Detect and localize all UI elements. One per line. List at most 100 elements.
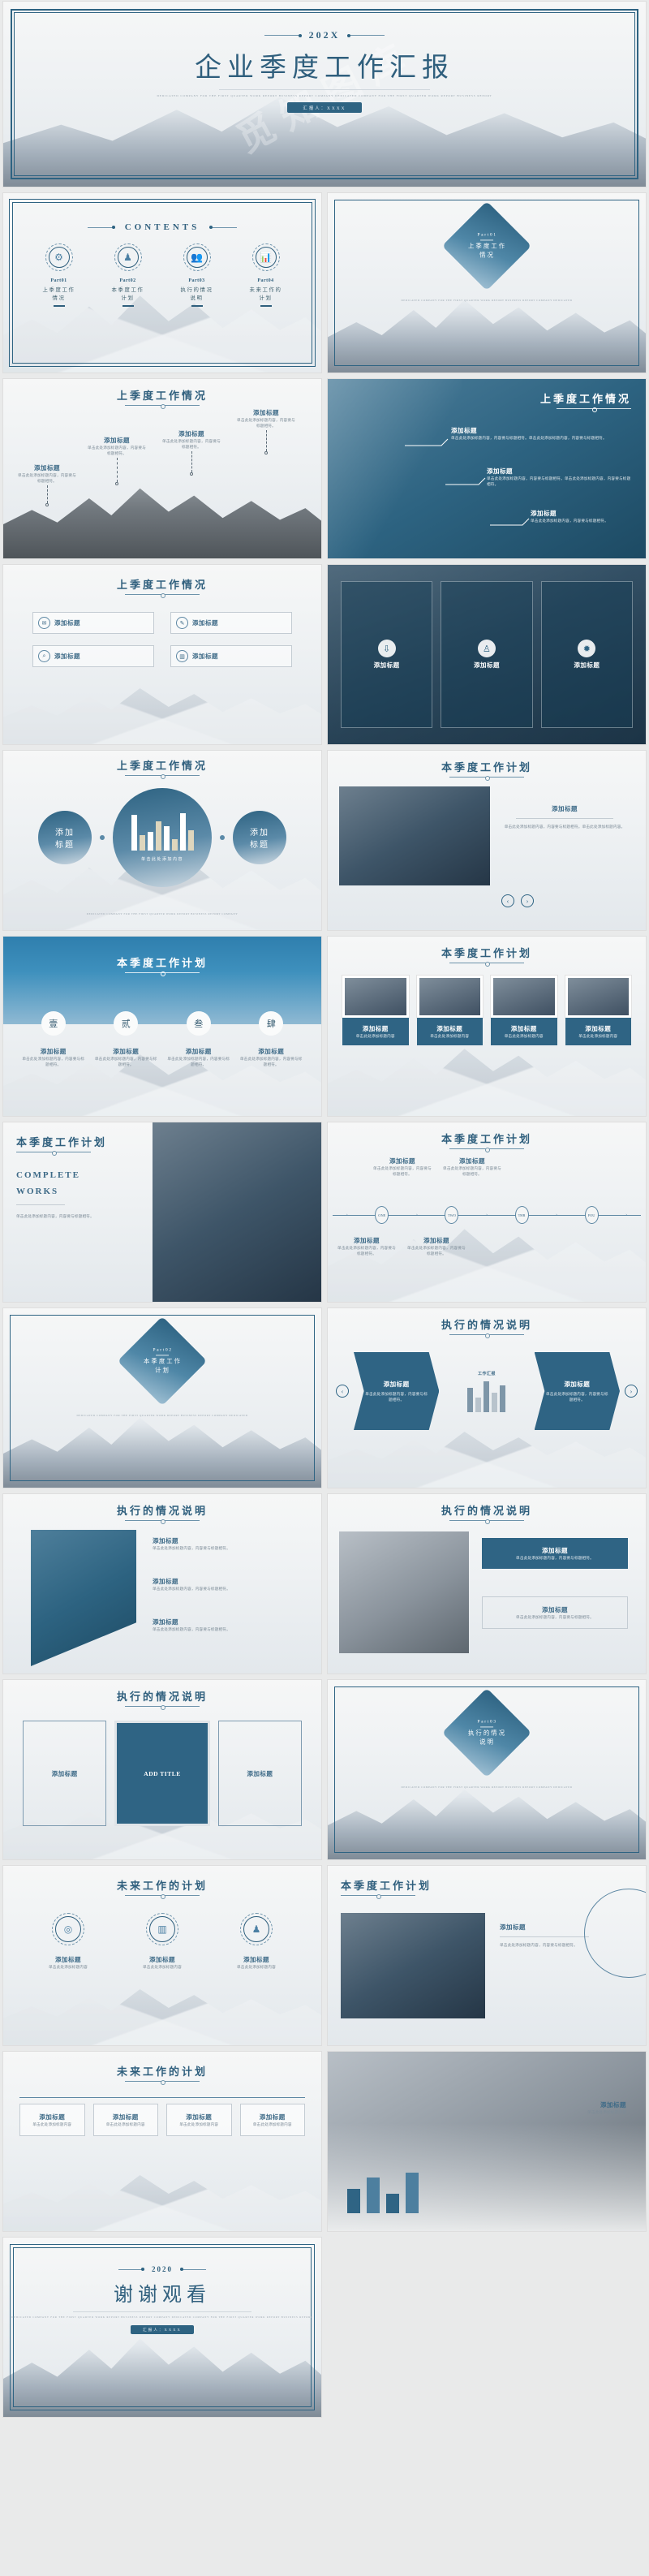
contents-heading-row: CONTENTS — [3, 222, 321, 232]
slide-cover[interactable]: 觅知图库 202X 企业季度工作汇报 DEDICATED COMPANY FOR… — [3, 2, 646, 187]
three-panels-title: 执行的情况说明 — [116, 1691, 208, 1703]
slide-timeline[interactable]: 本季度工作计划 › ONE › TWO › THR › FOU › 添加标题 单… — [328, 1122, 646, 1302]
timeline-title: 本季度工作计划 — [441, 1133, 532, 1145]
four-box-1[interactable]: ✉ 添加标题 — [32, 612, 154, 634]
future-box-label-2: 添加标题 — [112, 2113, 139, 2121]
slide-future-icons[interactable]: 未来工作的计划 ◎ 添加标题 单击此处添加标题内容 ▥ 添加标题 单击此处添加标… — [3, 1866, 321, 2045]
cover-reporter-badge[interactable]: 汇报人：XXXX — [287, 102, 362, 113]
four-box-4[interactable]: ▥ 添加标题 — [170, 645, 292, 667]
pin-item-4: 添加标题 单击此处添加标题内容，内容要与标题相符。 — [237, 408, 295, 455]
slide-desk-chart[interactable]: 添加标题 单击此处添加标题内容 — [328, 2052, 646, 2231]
timeline-item-2: 添加标题 单击此处添加标题内容，内容要与标题相符。 — [373, 1157, 432, 1177]
four-box-2[interactable]: ✎ 添加标题 — [170, 612, 292, 634]
future-icon-item-3[interactable]: ♟ 添加标题 单击此处添加标题内容 — [216, 1913, 297, 1970]
pin-item-2: 添加标题 单击此处添加标题内容，内容要与标题相符。 — [88, 436, 146, 486]
number-item-3[interactable]: 叁 添加标题 单击此处添加标题内容，内容要与标题相符。 — [166, 1011, 231, 1067]
number-item-4[interactable]: 肆 添加标题 单击此处添加标题内容，内容要与标题相符。 — [239, 1011, 304, 1067]
circle-right-label: 添加 标题 — [250, 829, 269, 850]
circle-right[interactable]: 添加 标题 — [233, 811, 286, 864]
future-icon-item-2[interactable]: ▥ 添加标题 单击此处添加标题内容 — [122, 1913, 203, 1970]
timeline-label-3: 添加标题 — [423, 1237, 449, 1244]
photo-card-2[interactable]: 添加标题 单击此处添加标题内容 — [416, 976, 483, 1046]
glass-card-1[interactable]: ⇩ 添加标题 — [341, 581, 433, 728]
slide-four-boxes[interactable]: 上季度工作情况 ✉ 添加标题 ✎ 添加标题 ⌕ 添加标题 ▥ 添加标题 — [3, 565, 321, 744]
ending-year-row: 2020 — [3, 2265, 321, 2273]
number-circle-1: 壹 — [41, 1011, 66, 1036]
future-icon-item-1[interactable]: ◎ 添加标题 单击此处添加标题内容 — [28, 1913, 109, 1970]
pin-title-4: 添加标题 — [253, 409, 279, 416]
photo-card-1[interactable]: 添加标题 单击此处添加标题内容 — [342, 976, 409, 1046]
photo-card-4[interactable]: 添加标题 单击此处添加标题内容 — [565, 976, 631, 1046]
slide-section-part03[interactable]: Part03 执行的情况 说明 DEDICATED COMPANY FOR TH… — [328, 1680, 646, 1859]
timeline-node-3[interactable]: THR — [514, 1206, 529, 1224]
slide-ending[interactable]: 2020 谢谢观看 DEDICATED COMPANY FOR THE FIRS… — [3, 2238, 321, 2417]
slide-chinese-numbers[interactable]: 本季度工作计划 壹 添加标题 单击此处添加标题内容，内容要与标题相符。 贰 添加… — [3, 937, 321, 1116]
four-box-3[interactable]: ⌕ 添加标题 — [32, 645, 154, 667]
contents-item-4[interactable]: 📊 Part04 未来工作的 计划 — [241, 243, 291, 307]
meeting-image — [339, 786, 490, 885]
section-english-1: DEDICATED COMPANY FOR THE FIRST QUARTER … — [401, 299, 573, 302]
future-ring-1: ◎ — [52, 1913, 84, 1945]
complete-line1: COMPLETE — [16, 1170, 80, 1180]
photo-card-title-1: 添加标题 — [362, 1025, 389, 1032]
slide-building[interactable]: 执行的情况说明 添加标题 单击此处添加标题内容，内容要与标题相符。 添加标题 单… — [328, 1494, 646, 1674]
glass-card-3[interactable]: ✹ 添加标题 — [540, 581, 633, 728]
contents-item-2[interactable]: ♟ Part02 本季度工作 计划 — [103, 243, 153, 307]
slide-complete-works[interactable]: 本季度工作计划 COMPLETE WORKS 单击此处添加标题内容，内容要与标题… — [3, 1122, 321, 1302]
slide-section-part02[interactable]: Part02 本季度工作 计划 DEDICATED COMPANY FOR TH… — [3, 1308, 321, 1488]
panel-2[interactable]: ADD TITLE — [114, 1721, 210, 1826]
businessman-label-3: 添加标题 — [153, 1618, 178, 1626]
chevron-card-2[interactable]: 添加标题 单击此处添加标题内容，内容要与标题相符。 — [534, 1352, 620, 1430]
building-label-2: 添加标题 — [542, 1606, 568, 1613]
building-title: 执行的情况说明 — [441, 1505, 532, 1517]
future-box-3[interactable]: 添加标题 单击此处添加标题内容 — [166, 2104, 232, 2137]
chevron-prev-icon[interactable]: ‹ — [336, 1385, 349, 1398]
contents-item-3[interactable]: 👥 Part03 执行的情况 说明 — [172, 243, 222, 307]
panel-3[interactable]: 添加标题 — [217, 1721, 303, 1826]
panel-1[interactable]: 添加标题 — [23, 1721, 107, 1826]
timeline-node-4[interactable]: FOU — [584, 1206, 599, 1224]
ending-reporter-badge[interactable]: 汇报人：XXXX — [131, 2325, 194, 2334]
future-box-1[interactable]: 添加标题 单击此处添加标题内容 — [19, 2104, 85, 2137]
future-box-4[interactable]: 添加标题 单击此处添加标题内容 — [239, 2104, 305, 2137]
contents-item-1[interactable]: ⚙ Part01 上季度工作 情况 — [34, 243, 84, 307]
slide-circles-chart[interactable]: 上季度工作情况 添加 标题 单击此处添加内容 添加 标题 DEDICATED C… — [3, 751, 321, 930]
slide-future-boxes[interactable]: 未来工作的计划 添加标题 单击此处添加标题内容 添加标题 单击此处添加标题内容 … — [3, 2052, 321, 2231]
building-item-2[interactable]: 添加标题 单击此处添加标题内容，内容要与标题相符。 — [482, 1596, 628, 1630]
chevron-label-2: 添加标题 — [564, 1380, 591, 1388]
timeline-node-1[interactable]: ONE — [375, 1206, 389, 1224]
slide-glass-three[interactable]: ⇩ 添加标题 ♙ 添加标题 ✹ 添加标题 — [328, 565, 646, 744]
future-box-body-1: 单击此处添加标题内容 — [32, 2122, 72, 2126]
photo-card-3[interactable]: 添加标题 单击此处添加标题内容 — [491, 976, 557, 1046]
chevron-body-1: 单击此处添加标题内容，内容要与标题相符。 — [365, 1391, 428, 1402]
slide-bridge-callouts[interactable]: 上季度工作情况 添加标题 单击此处添加标题内容，内容要与标题相符。单击此处添加标… — [328, 379, 646, 558]
number-item-1[interactable]: 壹 添加标题 单击此处添加标题内容，内容要与标题相符。 — [21, 1011, 86, 1067]
slide-three-panels[interactable]: 执行的情况说明 添加标题 ADD TITLE 添加标题 — [3, 1680, 321, 1859]
slide-businessman[interactable]: 执行的情况说明 添加标题 单击此处添加标题内容，内容要与标题相符。 添加标题 单… — [3, 1494, 321, 1674]
slide-contents[interactable]: CONTENTS ⚙ Part01 上季度工作 情况 ♟ Part02 本季度工… — [3, 193, 321, 373]
timeline-item-1: 添加标题 单击此处添加标题内容，内容要与标题相符。 — [337, 1236, 396, 1256]
slide-photo-cards[interactable]: 本季度工作计划 添加标题 单击此处添加标题内容 添加标题 单击此处添加标题内容 — [328, 937, 646, 1116]
chevron-card-1[interactable]: 添加标题 单击此处添加标题内容，内容要与标题相符。 — [354, 1352, 440, 1430]
complete-works-image — [153, 1122, 321, 1302]
glass-card-2[interactable]: ♙ 添加标题 — [441, 581, 533, 728]
timeline-node-2[interactable]: TWO — [445, 1206, 459, 1224]
future-box-2[interactable]: 添加标题 单击此处添加标题内容 — [92, 2104, 158, 2137]
slide-meeting-photo[interactable]: 本季度工作计划 添加标题 单击此处添加标题内容，内容要与标题相符。单击此处添加标… — [328, 751, 646, 930]
circle-chart[interactable]: 单击此处添加内容 — [113, 788, 212, 887]
chevron-next-icon[interactable]: › — [624, 1385, 638, 1398]
next-arrow-icon[interactable]: › — [521, 894, 534, 907]
complete-line2: WORKS — [16, 1187, 59, 1196]
building-item-1[interactable]: 添加标题 单击此处添加标题内容，内容要与标题相符。 — [482, 1538, 628, 1570]
slide-team-photo-left[interactable]: 本季度工作计划 添加标题 单击此处添加标题内容，内容要与标题相符。 — [328, 1866, 646, 2045]
circle-left[interactable]: 添加 标题 — [38, 811, 92, 864]
slide-mountain-pins[interactable]: 上季度工作情况 添加标题 单击此处添加标题内容，内容要与标题相符。 添加标题 单… — [3, 379, 321, 558]
future-body-1: 单击此处添加标题内容 — [49, 1965, 88, 1969]
team-icon: ♟ — [123, 252, 132, 263]
slide-section-part01[interactable]: Part01 上季度工作 情况 DEDICATED COMPANY FOR TH… — [328, 193, 646, 373]
prev-arrow-icon[interactable]: ‹ — [501, 894, 514, 907]
contents-ring-3: 👥 — [183, 243, 211, 271]
number-item-2[interactable]: 贰 添加标题 单击此处添加标题内容，内容要与标题相符。 — [94, 1011, 159, 1067]
slide-chevrons-chart[interactable]: 执行的情况说明 ‹ 添加标题 单击此处添加标题内容，内容要与标题相符。 工作汇报 — [328, 1308, 646, 1488]
future-label-2: 添加标题 — [149, 1956, 175, 1963]
